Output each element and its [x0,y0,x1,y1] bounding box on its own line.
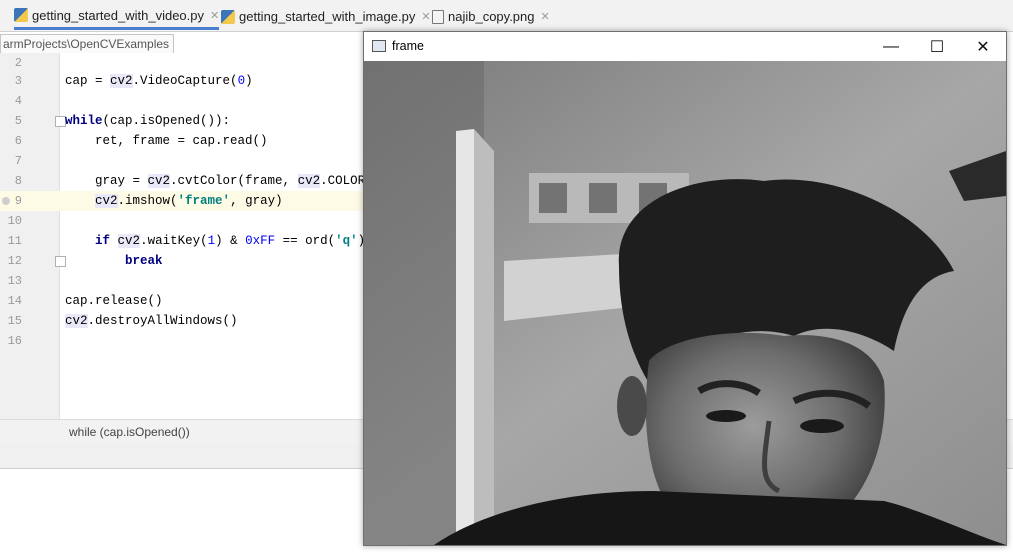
line-number: 4 [14,94,22,108]
code-line: 2 [0,53,363,73]
code-text: cap.release() [65,294,163,308]
code-line: 6 ret, frame = cap.read() [0,131,363,151]
breadcrumb: armProjects\OpenCVExamples [0,34,175,54]
window-title-bar[interactable]: frame — ☐ ✕ [364,32,1006,61]
line-number: 16 [7,334,22,348]
minimize-icon: — [883,37,899,55]
code-line: 12 break [0,251,363,271]
code-text: if cv2.waitKey(1) & 0xFF == ord('q'): [95,234,373,248]
code-line: 10 [0,211,363,231]
tab-getting-started-with-image[interactable]: getting_started_with_image.py ✕ [221,3,431,30]
tab-label: getting_started_with_image.py [239,9,416,24]
code-text: cv2.destroyAllWindows() [65,314,238,328]
minimize-button[interactable]: — [868,32,914,61]
close-window-button[interactable]: ✕ [960,32,1006,61]
code-text: while(cap.isOpened()): [65,114,231,128]
opencv-frame-window[interactable]: frame — ☐ ✕ [363,31,1007,546]
close-tab-icon[interactable]: ✕ [541,10,550,23]
line-number: 2 [14,56,22,70]
code-line: 16 [0,331,363,351]
code-line: 7 [0,151,363,171]
tab-getting-started-with-video[interactable]: getting_started_with_video.py ✕ [14,3,220,30]
code-text: cv2.imshow('frame', gray) [95,194,283,208]
tab-label: najib_copy.png [448,9,535,24]
code-text: cap = cv2.VideoCapture(0) [65,74,253,88]
webcam-image [364,61,1006,545]
line-number: 10 [7,214,22,228]
editor-tab-bar: getting_started_with_video.py ✕ getting_… [0,0,1013,32]
structure-path[interactable]: while (cap.isOpened()) [69,420,190,444]
line-number: 6 [14,134,22,148]
code-text: ret, frame = cap.read() [65,134,268,148]
code-line: 14 cap.release() [0,291,363,311]
close-icon: ✕ [976,38,990,56]
line-number: 13 [7,274,22,288]
code-line: 15 cv2.destroyAllWindows() [0,311,363,331]
code-editor[interactable]: 2 3 cap = cv2.VideoCapture(0) 4 5 while(… [0,53,388,419]
tab-label: getting_started_with_video.py [32,7,205,23]
code-line: 5 while(cap.isOpened()): [0,111,363,131]
window-app-icon [372,40,386,52]
line-number: 3 [14,74,22,88]
maximize-button[interactable]: ☐ [914,32,960,61]
line-number: 5 [14,114,22,128]
line-number: 12 [7,254,22,268]
code-line: 3 cap = cv2.VideoCapture(0) [0,71,363,91]
code-line: 11 if cv2.waitKey(1) & 0xFF == ord('q'): [0,231,373,251]
image-file-icon [432,9,444,24]
line-number: 7 [14,154,22,168]
line-number: 14 [7,294,22,308]
line-number: 11 [7,234,22,248]
python-file-icon [221,9,235,24]
python-file-icon [14,8,28,22]
window-title: frame [392,39,424,53]
maximize-icon: ☐ [929,38,945,56]
webcam-grayscale-frame [364,61,1006,545]
line-number: 8 [14,174,22,188]
line-number: 9 [14,194,22,208]
tab-najib-copy-png[interactable]: najib_copy.png ✕ [432,3,550,30]
code-text: break [125,254,163,268]
code-text: gray = cv2.cvtColor(frame, cv2.COLOR_BG [65,174,388,188]
line-number: 15 [7,314,22,328]
code-line: 4 [0,91,363,111]
code-line-current: 9 cv2.imshow('frame', gray) [0,191,363,211]
close-tab-icon[interactable]: ✕ [210,9,219,22]
code-line: 13 [0,271,363,291]
close-tab-icon[interactable]: ✕ [421,10,430,23]
code-line: 8 gray = cv2.cvtColor(frame, cv2.COLOR_B… [0,171,388,191]
